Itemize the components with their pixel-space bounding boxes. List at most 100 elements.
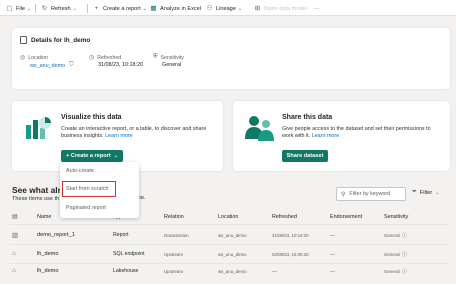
share-dataset-button[interactable]: Share dataset (282, 150, 328, 162)
location-link[interactable]: ws_anu_demo (30, 63, 65, 69)
data-model-icon: ⊞ (254, 5, 261, 12)
chart-illustration-icon (26, 117, 51, 139)
search-placeholder: Filter by keyword (349, 191, 391, 197)
file-menu[interactable]: ▢ File ⌄ (6, 4, 31, 13)
share-title: Share this data (282, 114, 333, 121)
analyze-in-excel-button[interactable]: ▦ Analyze in Excel (150, 4, 201, 13)
lineage-icon: ⚇ (206, 5, 213, 12)
visualize-card: Visualize this data Create an interactiv… (12, 101, 223, 171)
col-name[interactable]: Name (37, 214, 51, 220)
row-sensitivity: General (384, 233, 400, 238)
row-name[interactable]: demo_report_1 (37, 232, 75, 238)
details-title: Details for lh_demo (31, 36, 91, 44)
type-column-icon: ▤ (12, 214, 18, 220)
visualize-title: Visualize this data (61, 114, 122, 121)
row-type: Report (113, 232, 129, 238)
row-refreshed: 31/08/23, 10:18:20 (272, 233, 309, 238)
toolbar: ▢ File ⌄ ↻ Refresh ⌄ + Create a report ⌄… (0, 0, 456, 16)
refresh-button[interactable]: ↻ Refresh ⌄ (41, 4, 77, 13)
share-description: Give people access to the dataset and se… (282, 126, 444, 140)
row-relation: Downstream (164, 233, 189, 238)
chevron-down-icon: ⌄ (435, 189, 440, 196)
refreshed-field: ◷ Refreshed (89, 54, 122, 62)
create-report-label: Create a report (103, 5, 141, 12)
info-icon[interactable]: ⓘ (402, 251, 407, 258)
file-icon: ▢ (6, 5, 13, 12)
share-desc-line2: work with it. (282, 133, 311, 140)
shield-icon: ⛨ (153, 54, 158, 60)
filter-search-input[interactable]: ⚲ Filter by keyword (336, 187, 406, 201)
location-field: ◎ Location (20, 54, 48, 62)
row-name[interactable]: lh_demo (37, 251, 58, 257)
row-type: SQL endpoint (113, 251, 145, 257)
col-location[interactable]: Location (218, 214, 238, 220)
sensitivity-label: Sensitivity (160, 54, 184, 61)
location-label: Location (28, 54, 48, 61)
row-sensitivity: General (384, 269, 400, 274)
sql-endpoint-icon: ⌂ (12, 250, 16, 257)
col-relation[interactable]: Relation (164, 214, 184, 220)
toolbar-divider (35, 4, 36, 13)
clock-icon: ◷ (89, 55, 95, 61)
chevron-down-icon: ⌄ (72, 5, 77, 12)
create-report-menu[interactable]: + Create a report ⌄ (93, 4, 147, 13)
visualize-desc-line2: business insights. (61, 133, 104, 140)
create-report-button-label: + Create a report (66, 153, 111, 159)
filter-label: Filter (419, 189, 433, 196)
share-dataset-label: Share dataset (286, 153, 324, 159)
analyze-label: Analyze in Excel (160, 5, 202, 12)
people-illustration-icon (245, 116, 274, 141)
row-refreshed: 02/09/23, 16:36:20 (272, 252, 309, 257)
toolbar-divider (87, 4, 88, 13)
details-header: Details for lh_demo (20, 36, 90, 44)
col-refreshed[interactable]: Refreshed (272, 214, 297, 220)
row-divider (10, 244, 450, 245)
lakehouse-icon: ⌂ (12, 267, 16, 274)
workspace-icon: ⛉ (69, 62, 74, 68)
create-report-button[interactable]: + Create a report ⌄ (61, 150, 123, 162)
row-endorsement: — (330, 252, 335, 258)
funnel-icon: ⏷ (412, 189, 417, 195)
refreshed-value: 31/08/23, 10:18:20 (98, 62, 143, 68)
open-data-model-button[interactable]: ⊞ Open data model (254, 4, 307, 13)
row-endorsement: — (330, 269, 335, 275)
open-model-label: Open data model (264, 5, 307, 12)
menu-item-paginated-report[interactable]: Paginated report (66, 205, 106, 211)
learn-more-link[interactable]: Learn more (105, 133, 133, 139)
visualize-description: Create an interactive report, or a table… (61, 126, 217, 140)
report-icon: ▥ (12, 232, 19, 239)
col-sensitivity[interactable]: Sensitivity (384, 214, 408, 220)
info-icon[interactable]: ⓘ (402, 232, 407, 239)
refresh-icon: ↻ (41, 5, 48, 12)
info-icon[interactable]: ⓘ (402, 268, 407, 275)
filter-icon: ⚲ (341, 191, 346, 198)
plus-icon: + (94, 5, 99, 12)
row-location: ws_anu_demo (218, 233, 247, 238)
row-name[interactable]: lh_demo (37, 268, 58, 274)
lineage-label: Lineage (216, 5, 236, 12)
header-divider (10, 224, 450, 225)
share-card: Share this data Give people access to th… (233, 101, 450, 171)
related-subtitle: These items use th (12, 196, 60, 202)
row-sensitivity: General (384, 252, 400, 257)
chevron-down-icon: ⌄ (113, 153, 118, 159)
menu-item-auto-create[interactable]: Auto-create (66, 168, 94, 174)
sensitivity-field: ⛨ Sensitivity (153, 54, 184, 61)
refreshed-label: Refreshed (97, 54, 122, 61)
row-refreshed: — (272, 269, 277, 275)
learn-more-link[interactable]: Learn more (312, 133, 340, 139)
lineage-menu[interactable]: ⚇ Lineage ⌄ (206, 4, 243, 13)
chevron-down-icon: ⌄ (237, 5, 243, 12)
highlight-box (62, 181, 116, 197)
filter-button[interactable]: ⏷ Filter ⌄ (412, 189, 439, 196)
more-options-button[interactable]: ··· (314, 4, 320, 13)
refresh-label: Refresh (51, 5, 71, 12)
location-value-row: ws_anu_demo ⛉ (30, 62, 74, 69)
row-relation: Upstream (164, 269, 184, 274)
row-location: ws_anu_demo (218, 252, 247, 257)
details-card: Details for lh_demo ◎ Location ws_anu_de… (12, 28, 450, 89)
row-divider (10, 263, 450, 264)
sensitivity-value: General (162, 62, 182, 68)
col-endorsement[interactable]: Endorsement (330, 214, 362, 220)
row-location: ws_anu_demo (218, 269, 247, 274)
